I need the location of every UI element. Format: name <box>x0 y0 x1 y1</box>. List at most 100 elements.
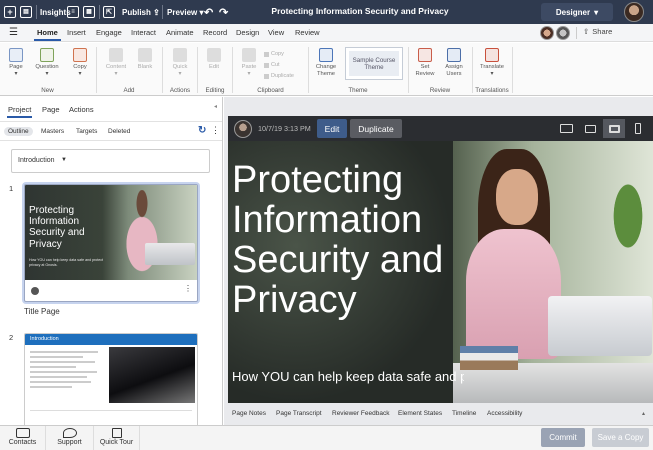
change-theme-button[interactable]: Change Theme <box>312 48 340 78</box>
hamburger-menu-icon[interactable]: ☰ <box>9 27 18 38</box>
group-translations-label: Translations <box>475 87 509 94</box>
publish-button[interactable]: Publish ⇪ <box>122 4 160 20</box>
layers-icon[interactable]: ▤ <box>20 4 32 20</box>
assign-users-button[interactable]: Assign Users <box>442 48 466 78</box>
copy-small-label: Copy <box>271 51 284 57</box>
translate-button[interactable]: Translate ▾ <box>477 48 507 78</box>
more-options-icon[interactable]: ⋮ <box>184 284 192 293</box>
tab-project[interactable]: Project <box>6 105 33 118</box>
tab-record[interactable]: Record <box>203 28 227 37</box>
tab-insert[interactable]: Insert <box>67 28 86 37</box>
translate-label: Translate <box>480 64 504 70</box>
page-number: 1 <box>9 184 14 193</box>
subtab-targets[interactable]: Targets <box>72 127 101 136</box>
page-icon <box>9 48 23 62</box>
tablet-landscape-view-icon[interactable] <box>603 119 625 138</box>
blank-icon <box>138 48 152 62</box>
page-thumbnail-introduction[interactable]: Introduction <box>24 333 198 425</box>
contacts-label: Contacts <box>8 439 37 446</box>
tab-element-states[interactable]: Element States <box>398 410 442 417</box>
contacts-icon <box>15 428 30 438</box>
list-view-icon[interactable]: ≡ <box>67 4 79 20</box>
copy-small-button[interactable]: Copy <box>264 51 284 57</box>
new-question-button[interactable]: Question ▾ <box>34 48 60 78</box>
add-blank-button[interactable]: Blank <box>136 48 154 71</box>
quick-action-button[interactable]: Quick ▾ <box>170 48 190 78</box>
expand-panel-icon[interactable]: ▴ <box>642 410 645 417</box>
commit-button[interactable]: Commit <box>541 428 585 447</box>
tab-review[interactable]: Review <box>295 28 320 37</box>
slide-title[interactable]: Protecting Information Security and Priv… <box>232 160 462 321</box>
page-thumbnail-title[interactable]: Protecting Information Security and Priv… <box>24 184 198 302</box>
quick-tour-button[interactable]: Quick Tour <box>94 426 140 450</box>
duplicate-icon <box>264 73 269 79</box>
paste-button[interactable]: Paste ▾ <box>240 48 258 78</box>
tab-engage[interactable]: Engage <box>96 28 122 37</box>
more-options-icon[interactable]: ⋮ <box>211 125 220 136</box>
subtab-masters[interactable]: Masters <box>37 127 68 136</box>
collapse-panel-icon[interactable]: ◂ <box>214 103 217 110</box>
preview-button[interactable]: Preview ▾ <box>167 4 204 20</box>
thumbnail-keyboard-image <box>109 347 195 403</box>
duplicate-small-button[interactable]: Duplicate <box>264 73 294 79</box>
new-question-label: Question <box>35 64 59 70</box>
slide-subtitle[interactable]: How YOU can help keep data safe and prot… <box>232 369 464 385</box>
redo-icon[interactable]: ↷ <box>219 4 228 20</box>
tab-design[interactable]: Design <box>236 28 259 37</box>
section-dropdown[interactable]: Introduction ▼ <box>11 149 210 173</box>
page-number: 2 <box>9 333 14 342</box>
thumbnail-title-text: Protecting Information Security and Priv… <box>29 205 85 250</box>
slide-canvas[interactable]: Protecting Information Security and Priv… <box>228 141 653 403</box>
tab-page-transcript[interactable]: Page Transcript <box>276 410 322 417</box>
review-icon <box>418 48 432 62</box>
copy-page-button[interactable]: Copy ▾ <box>70 48 90 78</box>
document-title: Protecting Information Security and Priv… <box>271 6 449 16</box>
thumbnail-footer-columns <box>30 410 192 416</box>
set-review-label: Set Review <box>415 64 435 77</box>
quick-tour-label: Quick Tour <box>99 439 134 446</box>
tab-home[interactable]: Home <box>34 28 61 41</box>
grid-view-icon[interactable]: ▦ <box>83 4 95 20</box>
subtab-deleted[interactable]: Deleted <box>104 127 134 136</box>
undo-icon[interactable]: ↶ <box>204 4 213 20</box>
collaborator-avatar[interactable] <box>556 26 570 40</box>
tab-interact[interactable]: Interact <box>131 28 156 37</box>
add-icon[interactable]: + <box>4 4 16 20</box>
theme-preview[interactable]: Sample Course Theme <box>345 47 403 80</box>
edit-button[interactable]: Edit <box>317 119 347 138</box>
desktop-view-icon[interactable] <box>555 119 577 138</box>
thumbnail-header: Introduction <box>25 334 197 345</box>
top-bar: + ▤ Insights ≡ ▦ ⇱ Publish ⇪ Preview ▾ ↶… <box>0 0 653 24</box>
tab-accessibility[interactable]: Accessibility <box>487 410 522 417</box>
cut-icon <box>264 62 269 68</box>
cut-button[interactable]: Cut <box>264 62 280 68</box>
subtab-outline[interactable]: Outline <box>4 127 33 136</box>
tab-reviewer-feedback[interactable]: Reviewer Feedback <box>332 410 389 417</box>
support-button[interactable]: Support <box>46 426 94 450</box>
duplicate-button[interactable]: Duplicate <box>350 119 402 138</box>
share-button[interactable]: ⇧ Share <box>583 27 612 36</box>
tab-page-notes[interactable]: Page Notes <box>232 410 266 417</box>
translate-icon <box>485 48 499 62</box>
add-content-button[interactable]: Content ▾ <box>104 48 128 78</box>
theme-icon <box>319 48 333 62</box>
export-icon[interactable]: ⇱ <box>103 4 115 20</box>
menu-tabs-row: ☰ Home Insert Engage Interact Animate Re… <box>0 24 653 42</box>
tab-view[interactable]: View <box>268 28 284 37</box>
laptop-view-icon[interactable] <box>579 119 601 138</box>
mode-selector[interactable]: Designer ▾ <box>541 3 613 21</box>
new-page-button[interactable]: Page ▾ <box>6 48 26 78</box>
save-copy-button[interactable]: Save a Copy <box>592 428 649 447</box>
set-review-button[interactable]: Set Review <box>413 48 437 78</box>
tab-page[interactable]: Page <box>42 105 60 114</box>
tab-actions[interactable]: Actions <box>69 105 94 114</box>
edit-ribbon-button[interactable]: Edit <box>205 48 223 71</box>
phone-view-icon[interactable] <box>627 119 649 138</box>
contacts-button[interactable]: Contacts <box>0 426 46 450</box>
tab-timeline[interactable]: Timeline <box>452 410 476 417</box>
user-avatar[interactable] <box>624 2 644 22</box>
tab-animate[interactable]: Animate <box>166 28 194 37</box>
support-label: Support <box>57 439 82 446</box>
collaborator-avatar[interactable] <box>540 26 554 40</box>
sync-icon[interactable]: ↻ <box>198 125 206 136</box>
